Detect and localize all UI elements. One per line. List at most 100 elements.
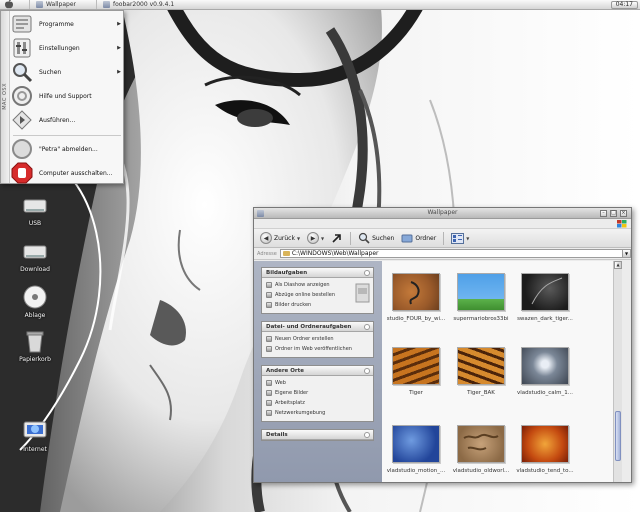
file-item[interactable]: vladstudio_motion_... — [386, 425, 446, 474]
taskbar-button-wallpaper[interactable]: Wallpaper — [29, 0, 82, 9]
file-name: vladstudio_tend_to... — [516, 468, 574, 474]
place-link[interactable]: Eigene Bilder — [266, 388, 370, 398]
taskbar: Wallpaper foobar2000 v0.9.4.1 04:17 — [0, 0, 640, 10]
close-button[interactable]: × — [620, 210, 627, 217]
picture-tasks-icon — [355, 283, 370, 303]
file-item[interactable]: studio_FOUR_by_wi... — [386, 273, 446, 322]
folders-button-label: Ordner — [415, 234, 437, 242]
vertical-scrollbar[interactable]: ▲ — [613, 261, 622, 482]
explorer-content: Bildaufgaben Als Diashow anzeigen Abzüge… — [254, 261, 631, 482]
desktop-icon-download[interactable]: Download — [13, 238, 57, 273]
address-input[interactable]: C:\WINDOWS\Web\Wallpaper ▼ — [279, 249, 631, 258]
file-item[interactable]: swazen_dark_tiger... — [515, 273, 575, 322]
order-prints-icon — [266, 292, 272, 298]
collapse-icon[interactable] — [364, 368, 370, 374]
desktop-icon-label: Internet — [23, 446, 47, 453]
apple-start-icon[interactable] — [3, 0, 15, 9]
place-link[interactable]: Web — [266, 378, 370, 388]
scroll-up-button[interactable]: ▲ — [614, 261, 622, 269]
start-menu-item-hilfe[interactable]: Hilfe und Support — [11, 85, 123, 107]
chevron-down-icon[interactable]: ▼ — [622, 250, 630, 257]
start-menu-item-abmelden[interactable]: "Petra" abmelden... — [11, 138, 123, 160]
start-menu-side-label: MAC OSX — [2, 83, 8, 110]
logoff-icon — [12, 139, 32, 159]
toolbar-separator — [443, 231, 445, 245]
thumbnail-image — [521, 273, 569, 311]
window-titlebar[interactable]: Wallpaper – □ × — [254, 208, 631, 219]
new-folder-icon — [266, 336, 272, 342]
place-link[interactable]: Arbeitsplatz — [266, 398, 370, 408]
file-item[interactable]: Tiger_BAK — [451, 347, 511, 396]
toolbar-separator — [350, 231, 352, 245]
help-icon — [12, 86, 32, 106]
foobar-icon — [103, 1, 111, 8]
place-link[interactable]: Netzwerkumgebung — [266, 408, 370, 418]
start-menu-item-suchen[interactable]: Suchen ▶ — [11, 61, 123, 83]
file-item[interactable]: vladstudio_tend_to... — [515, 425, 575, 474]
task-link[interactable]: Ordner im Web veröffentlichen — [266, 344, 370, 354]
desktop-icon-label: Papierkorb — [19, 356, 51, 363]
file-name: studio_FOUR_by_wi... — [386, 316, 446, 322]
collapse-icon[interactable] — [364, 324, 370, 330]
slideshow-icon — [266, 282, 272, 288]
start-menu-item-einstellungen[interactable]: Einstellungen ▶ — [11, 37, 123, 59]
file-item[interactable]: vladstudio_oldworl... — [451, 425, 511, 474]
task-link-label: Bilder drucken — [275, 302, 312, 308]
task-link-label: Ordner im Web veröffentlichen — [275, 346, 352, 352]
back-button[interactable]: ◀ Zurück ▼ — [258, 232, 302, 244]
folders-icon — [401, 234, 413, 243]
folders-button[interactable]: Ordner — [399, 232, 438, 244]
start-menu-item-label: "Petra" abmelden... — [39, 145, 98, 153]
desktop-icon-usb[interactable]: USB — [13, 192, 57, 227]
desktop-icon-ablage[interactable]: Ablage — [13, 284, 57, 319]
thumbnail-image — [457, 425, 505, 463]
search-icon — [13, 63, 33, 83]
forward-button[interactable]: ▶ ▼ — [305, 232, 326, 244]
folder-icon — [266, 380, 272, 386]
task-pane: Bildaufgaben Als Diashow anzeigen Abzüge… — [254, 261, 382, 482]
file-name: vladstudio_calm_1... — [516, 390, 574, 396]
panel-header[interactable]: Details — [262, 430, 373, 440]
taskbar-button-label: Wallpaper — [46, 1, 77, 8]
trash-icon — [26, 331, 44, 353]
start-menu-item-programme[interactable]: Programme ▶ — [11, 13, 123, 35]
start-menu-item-label: Einstellungen — [39, 44, 80, 52]
internet-icon — [23, 421, 47, 438]
panel-header[interactable]: Andere Orte — [262, 366, 373, 376]
print-icon — [266, 302, 272, 308]
task-link-label: Abzüge online bestellen — [275, 292, 335, 298]
panel-title: Details — [266, 431, 288, 438]
system-clock[interactable]: 04:17 — [610, 1, 638, 9]
back-button-label: Zurück — [274, 234, 295, 242]
file-name: supermariobros33bi — [453, 316, 509, 322]
panel-header[interactable]: Bildaufgaben — [262, 268, 373, 278]
thumbnail-image — [392, 425, 440, 463]
file-item[interactable]: vladstudio_calm_1... — [515, 347, 575, 396]
submenu-arrow-icon: ▶ — [117, 45, 121, 51]
start-menu-item-ausfuehren[interactable]: Ausführen... — [11, 109, 123, 131]
start-menu-item-label: Hilfe und Support — [39, 92, 92, 100]
minimize-button[interactable]: – — [600, 210, 607, 217]
views-button[interactable]: ▼ — [449, 232, 471, 244]
taskbar-button-foobar[interactable]: foobar2000 v0.9.4.1 — [96, 0, 180, 9]
task-link[interactable]: Neuen Ordner erstellen — [266, 334, 370, 344]
panel-header[interactable]: Datei- und Ordneraufgaben — [262, 322, 373, 332]
collapse-icon[interactable] — [364, 270, 370, 276]
file-name: vladstudio_motion_... — [386, 468, 446, 474]
chevron-down-icon: ▼ — [466, 235, 470, 241]
file-list: studio_FOUR_by_wi... supermariobros33bi … — [382, 261, 622, 482]
address-bar: Adresse C:\WINDOWS\Web\Wallpaper ▼ — [254, 248, 631, 260]
start-menu-item-ausschalten[interactable]: Computer ausschalten... — [11, 162, 123, 184]
thumbnail-image — [521, 425, 569, 463]
search-button[interactable]: Suchen — [356, 232, 396, 244]
desktop-icon-papierkorb[interactable]: Papierkorb — [13, 328, 57, 363]
desktop-icon-internet[interactable]: Internet — [13, 414, 57, 453]
file-item[interactable]: Tiger — [386, 347, 446, 396]
maximize-button[interactable]: □ — [610, 210, 617, 217]
file-item[interactable]: supermariobros33bi — [451, 273, 511, 322]
scrollbar-thumb[interactable] — [615, 411, 621, 461]
expand-icon[interactable] — [364, 432, 370, 438]
up-folder-button[interactable] — [329, 232, 345, 244]
back-arrow-icon: ◀ — [260, 232, 272, 244]
up-arrow-icon — [332, 234, 341, 243]
